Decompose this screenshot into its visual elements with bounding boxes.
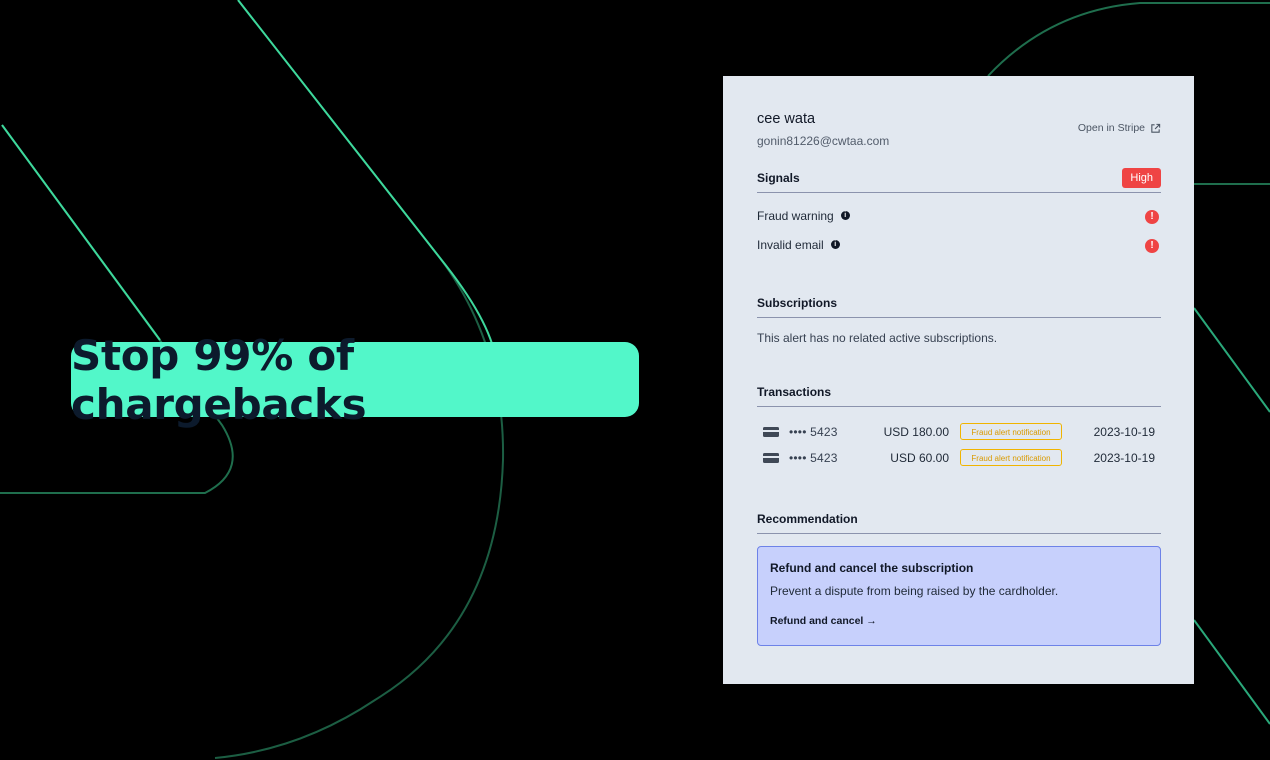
recommendation-description: Prevent a dispute from being raised by t… bbox=[770, 584, 1059, 598]
customer-email: gonin81226@cwtaa.com bbox=[757, 134, 890, 148]
subscriptions-title: Subscriptions bbox=[757, 296, 838, 310]
alert-icon: ! bbox=[1145, 239, 1159, 253]
transaction-row[interactable]: •••• 5423 USD 60.00 Fraud alert notifica… bbox=[757, 445, 1161, 471]
subscriptions-empty-text: This alert has no related active subscri… bbox=[757, 331, 998, 345]
recommendation-box: Refund and cancel the subscription Preve… bbox=[757, 546, 1161, 646]
headline-text: Stop 99% of chargebacks bbox=[71, 330, 367, 429]
risk-level-badge: High bbox=[1122, 168, 1161, 188]
transaction-status-tag: Fraud alert notification bbox=[960, 423, 1062, 440]
signals-section-title: Signals High bbox=[757, 168, 1161, 193]
transactions-section-title: Transactions bbox=[757, 382, 1161, 407]
open-in-stripe-link[interactable]: Open in Stripe bbox=[1078, 122, 1161, 134]
customer-name: cee wata bbox=[757, 111, 816, 127]
arrow-right-icon: → bbox=[866, 615, 877, 627]
customer-header: cee wata gonin81226@cwtaa.com Open in St… bbox=[757, 76, 1161, 168]
transaction-date: 2023-10-19 bbox=[1093, 451, 1155, 465]
refund-and-cancel-label: Refund and cancel bbox=[770, 615, 864, 627]
card-number: •••• 5423 bbox=[789, 425, 838, 439]
signal-fraud-warning: Fraud warning i ! bbox=[757, 201, 1161, 230]
credit-card-icon bbox=[763, 453, 779, 463]
card-number: •••• 5423 bbox=[789, 451, 838, 465]
recommendation-section-title: Recommendation bbox=[757, 509, 1161, 534]
credit-card-icon bbox=[763, 427, 779, 437]
signal-label: Invalid email bbox=[757, 237, 824, 252]
open-in-stripe-label: Open in Stripe bbox=[1077, 122, 1145, 134]
info-icon[interactable]: i bbox=[840, 211, 850, 220]
transaction-amount: USD 180.00 bbox=[883, 425, 949, 439]
signal-invalid-email: Invalid email i ! bbox=[757, 230, 1161, 259]
headline-banner: Stop 99% of chargebacks bbox=[71, 331, 639, 429]
transaction-amount: USD 60.00 bbox=[890, 451, 949, 465]
recommendation-box-title: Refund and cancel the subscription bbox=[770, 561, 974, 575]
alert-icon: ! bbox=[1145, 210, 1159, 224]
alert-detail-card: cee wata gonin81226@cwtaa.com Open in St… bbox=[723, 76, 1194, 684]
recommendation-title: Recommendation bbox=[757, 512, 858, 526]
transaction-date: 2023-10-19 bbox=[1093, 425, 1155, 439]
external-link-icon bbox=[1151, 123, 1161, 133]
signal-label: Fraud warning bbox=[757, 208, 834, 223]
signals-title: Signals bbox=[757, 171, 800, 185]
info-icon[interactable]: i bbox=[830, 240, 840, 249]
transaction-row[interactable]: •••• 5423 USD 180.00 Fraud alert notific… bbox=[757, 419, 1161, 445]
refund-and-cancel-button[interactable]: Refund and cancel → bbox=[770, 615, 1148, 627]
subscriptions-section-title: Subscriptions bbox=[757, 293, 1161, 318]
transactions-title: Transactions bbox=[757, 385, 832, 399]
transaction-status-tag: Fraud alert notification bbox=[960, 449, 1062, 466]
